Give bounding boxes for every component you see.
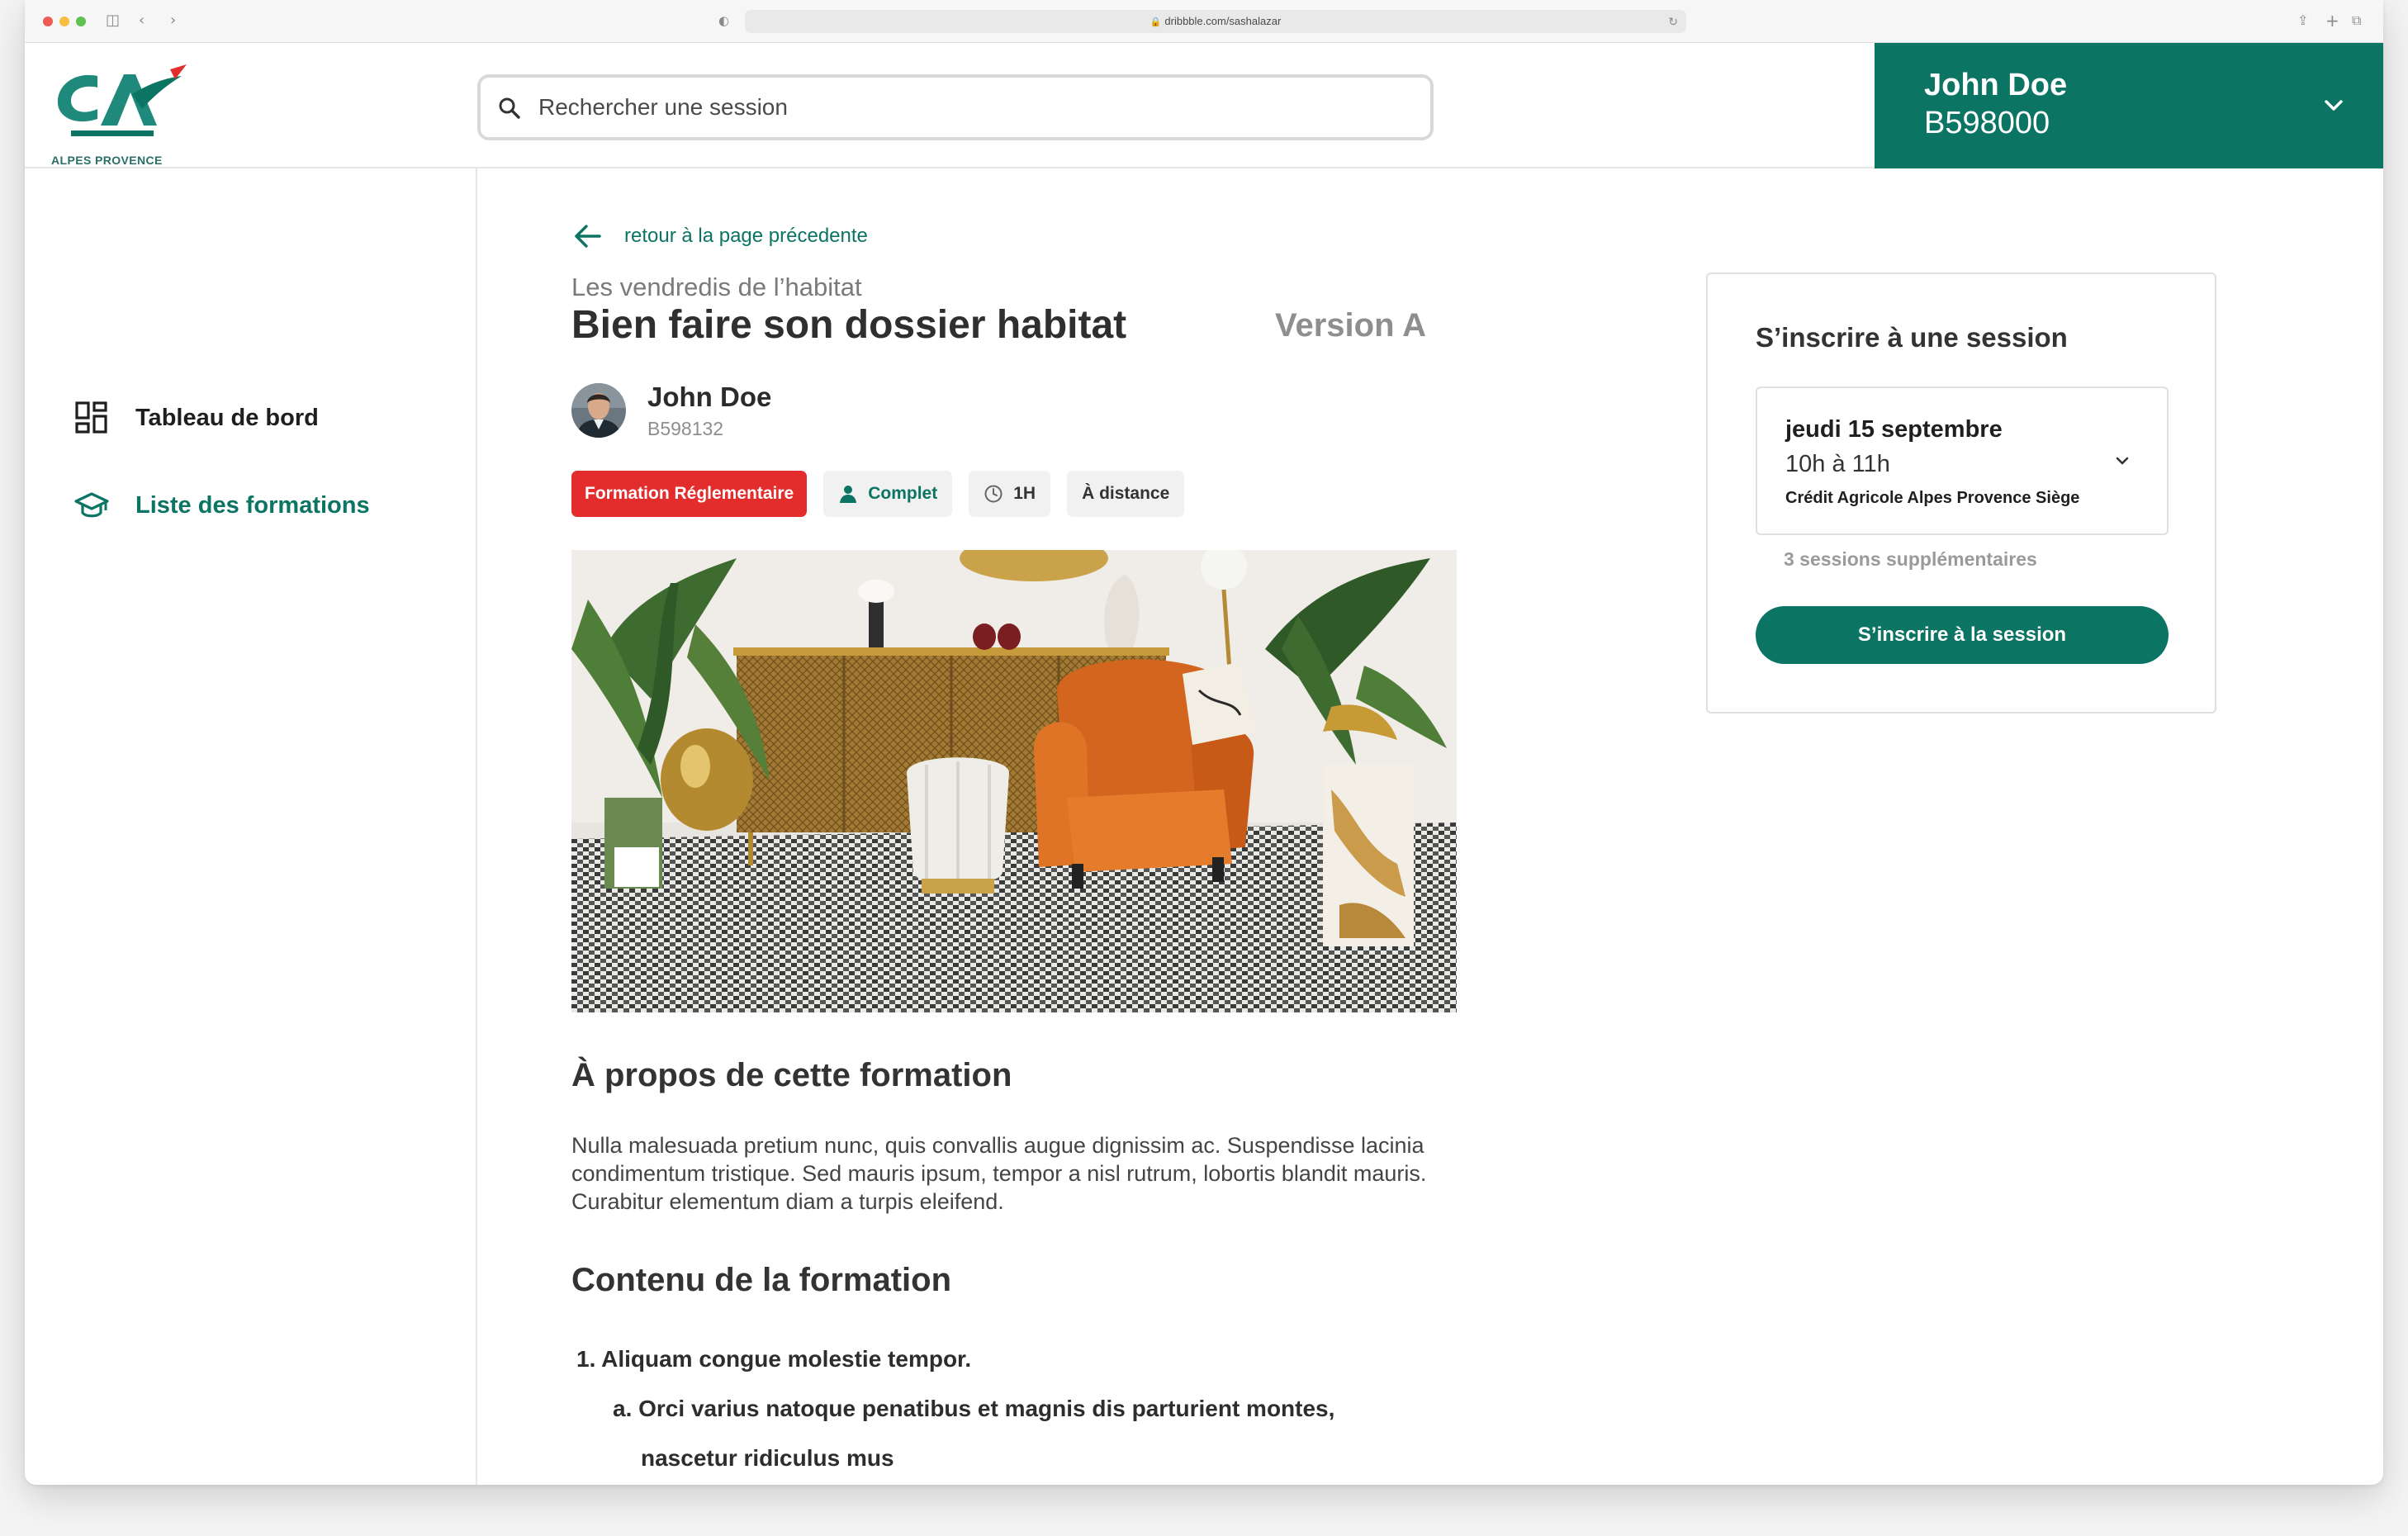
sidebar-item-dashboard[interactable]: Tableau de bord [74, 393, 319, 443]
avatar [571, 383, 626, 438]
about-heading: À propos de cette formation [571, 1057, 1012, 1093]
chevron-down-icon [2325, 100, 2343, 111]
author-id: B598132 [647, 417, 724, 439]
sidebar-item-label: Tableau de bord [135, 404, 319, 431]
list-item: a. Orci varius natoque penatibus et magn… [613, 1396, 1335, 1421]
close-window-button[interactable] [43, 17, 53, 26]
course-hero-image [571, 550, 1457, 1012]
back-nav-icon[interactable]: ‹ [139, 10, 145, 31]
person-icon [840, 486, 857, 503]
browser-toolbar: ◫ ‹ › ◐ 🔒 dribbble.com/sashalazar ↻ ⇪ + ⧉ [25, 0, 2383, 43]
author-name: John Doe [647, 381, 772, 412]
tag-location: À distance [1067, 471, 1185, 517]
user-id: B598000 [1924, 106, 2050, 140]
user-menu[interactable]: John Doe B598000 [1875, 43, 2383, 168]
session-date: jeudi 15 septembre [1785, 416, 2003, 443]
new-tab-icon[interactable]: + [2325, 10, 2339, 31]
address-bar[interactable]: 🔒 dribbble.com/sashalazar ↻ [745, 10, 1686, 33]
tag-label: À distance [1082, 484, 1170, 503]
tag-regulatory: Formation Réglementaire [571, 471, 808, 517]
arrow-left-icon [575, 225, 601, 248]
search-icon [499, 97, 520, 119]
back-link[interactable]: retour à la page précedente [571, 211, 868, 261]
list-item: nascetur ridiculus mus [641, 1445, 894, 1471]
sidebar: Tableau de bord Liste des formations [25, 168, 477, 1485]
search-box[interactable] [477, 74, 1434, 140]
logo-mark-icon [57, 64, 187, 136]
list-item: 1. Aliquam congue molestie tempor. [576, 1346, 972, 1372]
about-text: Nulla malesuada pretium nunc, quis conva… [571, 1133, 1427, 1214]
session-place: Crédit Agricole Alpes Provence Siège [1785, 489, 2080, 507]
page-title: Bien faire son dossier habitat [571, 303, 1127, 347]
tab-overview-icon[interactable]: ⧉ [2352, 10, 2361, 31]
tag-label: 1H [1013, 484, 1036, 503]
tag-status: Complet [823, 471, 953, 517]
privacy-shield-icon[interactable]: ◐ [718, 10, 729, 31]
session-time: 10h à 11h [1785, 451, 1890, 477]
graduation-cap-icon [74, 492, 109, 518]
minimize-window-button[interactable] [59, 17, 69, 26]
version-label: Version A [1275, 307, 1427, 344]
session-card-title: S’inscrire à une session [1756, 322, 2068, 353]
session-select[interactable]: jeudi 15 septembre 10h à 11h Crédit Agri… [1756, 386, 2169, 535]
content-heading: Contenu de la formation [571, 1262, 951, 1298]
tag-duration: 1H [969, 471, 1051, 517]
zoom-window-button[interactable] [76, 17, 86, 26]
dashboard-icon [75, 401, 107, 434]
author-block: John Doe B598132 [571, 382, 771, 439]
more-sessions-link[interactable]: 3 sessions supplémentaires [1784, 548, 2037, 571]
forward-nav-icon[interactable]: › [170, 10, 176, 31]
browser-window: ◫ ‹ › ◐ 🔒 dribbble.com/sashalazar ↻ ⇪ + ⧉… [25, 0, 2383, 1485]
reload-icon[interactable]: ↻ [1668, 10, 1678, 33]
brand-logo[interactable]: ALPES PROVENCE [50, 61, 198, 167]
sidebar-item-label: Liste des formations [135, 491, 370, 519]
sidebar-toggle-icon[interactable]: ◫ [106, 10, 120, 31]
chevron-down-icon [2116, 457, 2129, 465]
clock-icon [984, 485, 1003, 503]
url-text: dribbble.com/sashalazar [1164, 15, 1282, 27]
logo-text: ALPES PROVENCE [51, 154, 163, 167]
share-icon[interactable]: ⇪ [2297, 10, 2308, 31]
tag-label: Complet [868, 484, 938, 503]
tag-label: Formation Réglementaire [585, 484, 794, 503]
tag-list: Formation Réglementaire Complet 1H À dis… [571, 471, 1185, 517]
search-input[interactable] [538, 78, 1414, 137]
lock-icon: 🔒 [1149, 17, 1162, 27]
session-card: S’inscrire à une session jeudi 15 septem… [1706, 273, 2216, 713]
sidebar-item-formations[interactable]: Liste des formations [74, 481, 370, 530]
user-name: John Doe [1924, 68, 2068, 102]
course-series: Les vendredis de l’habitat [571, 273, 862, 301]
back-link-label: retour à la page précedente [624, 225, 868, 247]
register-session-button[interactable]: S’inscrire à la session [1756, 606, 2169, 664]
app-header: ALPES PROVENCE John Doe B598000 [25, 43, 2383, 168]
